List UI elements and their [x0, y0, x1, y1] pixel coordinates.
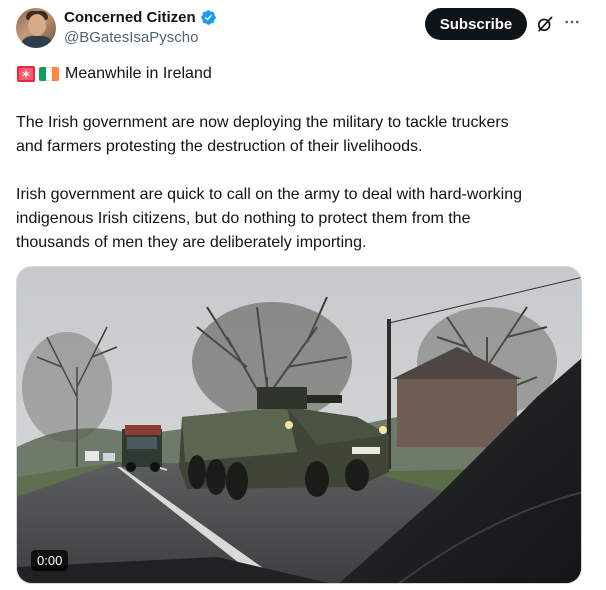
subscribe-button[interactable]: Subscribe [425, 8, 527, 40]
more-dots-icon [565, 20, 579, 24]
display-name[interactable]: Concerned Citizen [64, 9, 196, 26]
post-paragraph-1: The Irish government are now deploying t… [16, 114, 509, 155]
avatar-shirt [20, 36, 54, 48]
avatar-face [28, 14, 46, 36]
grok-icon[interactable] [535, 14, 555, 34]
video-player[interactable]: 0:00 [16, 266, 582, 584]
video-timestamp: 0:00 [31, 550, 69, 571]
avatar[interactable] [16, 8, 56, 48]
post-paragraph-2: Irish government are quick to call on th… [16, 186, 523, 251]
post-emoji-line-text: Meanwhile in Ireland [65, 65, 212, 82]
author-handle[interactable]: @BGatesIsaPyscho [64, 29, 198, 46]
more-icon[interactable] [562, 12, 582, 32]
video-frame-image [17, 267, 581, 583]
ireland-flag-icon [39, 67, 59, 81]
author-name-row: Concerned Citizen [64, 9, 217, 26]
post-first-line: Meanwhile in Ireland [16, 64, 212, 84]
siren-emoji-icon [17, 66, 35, 82]
verified-badge-icon[interactable] [200, 9, 217, 26]
